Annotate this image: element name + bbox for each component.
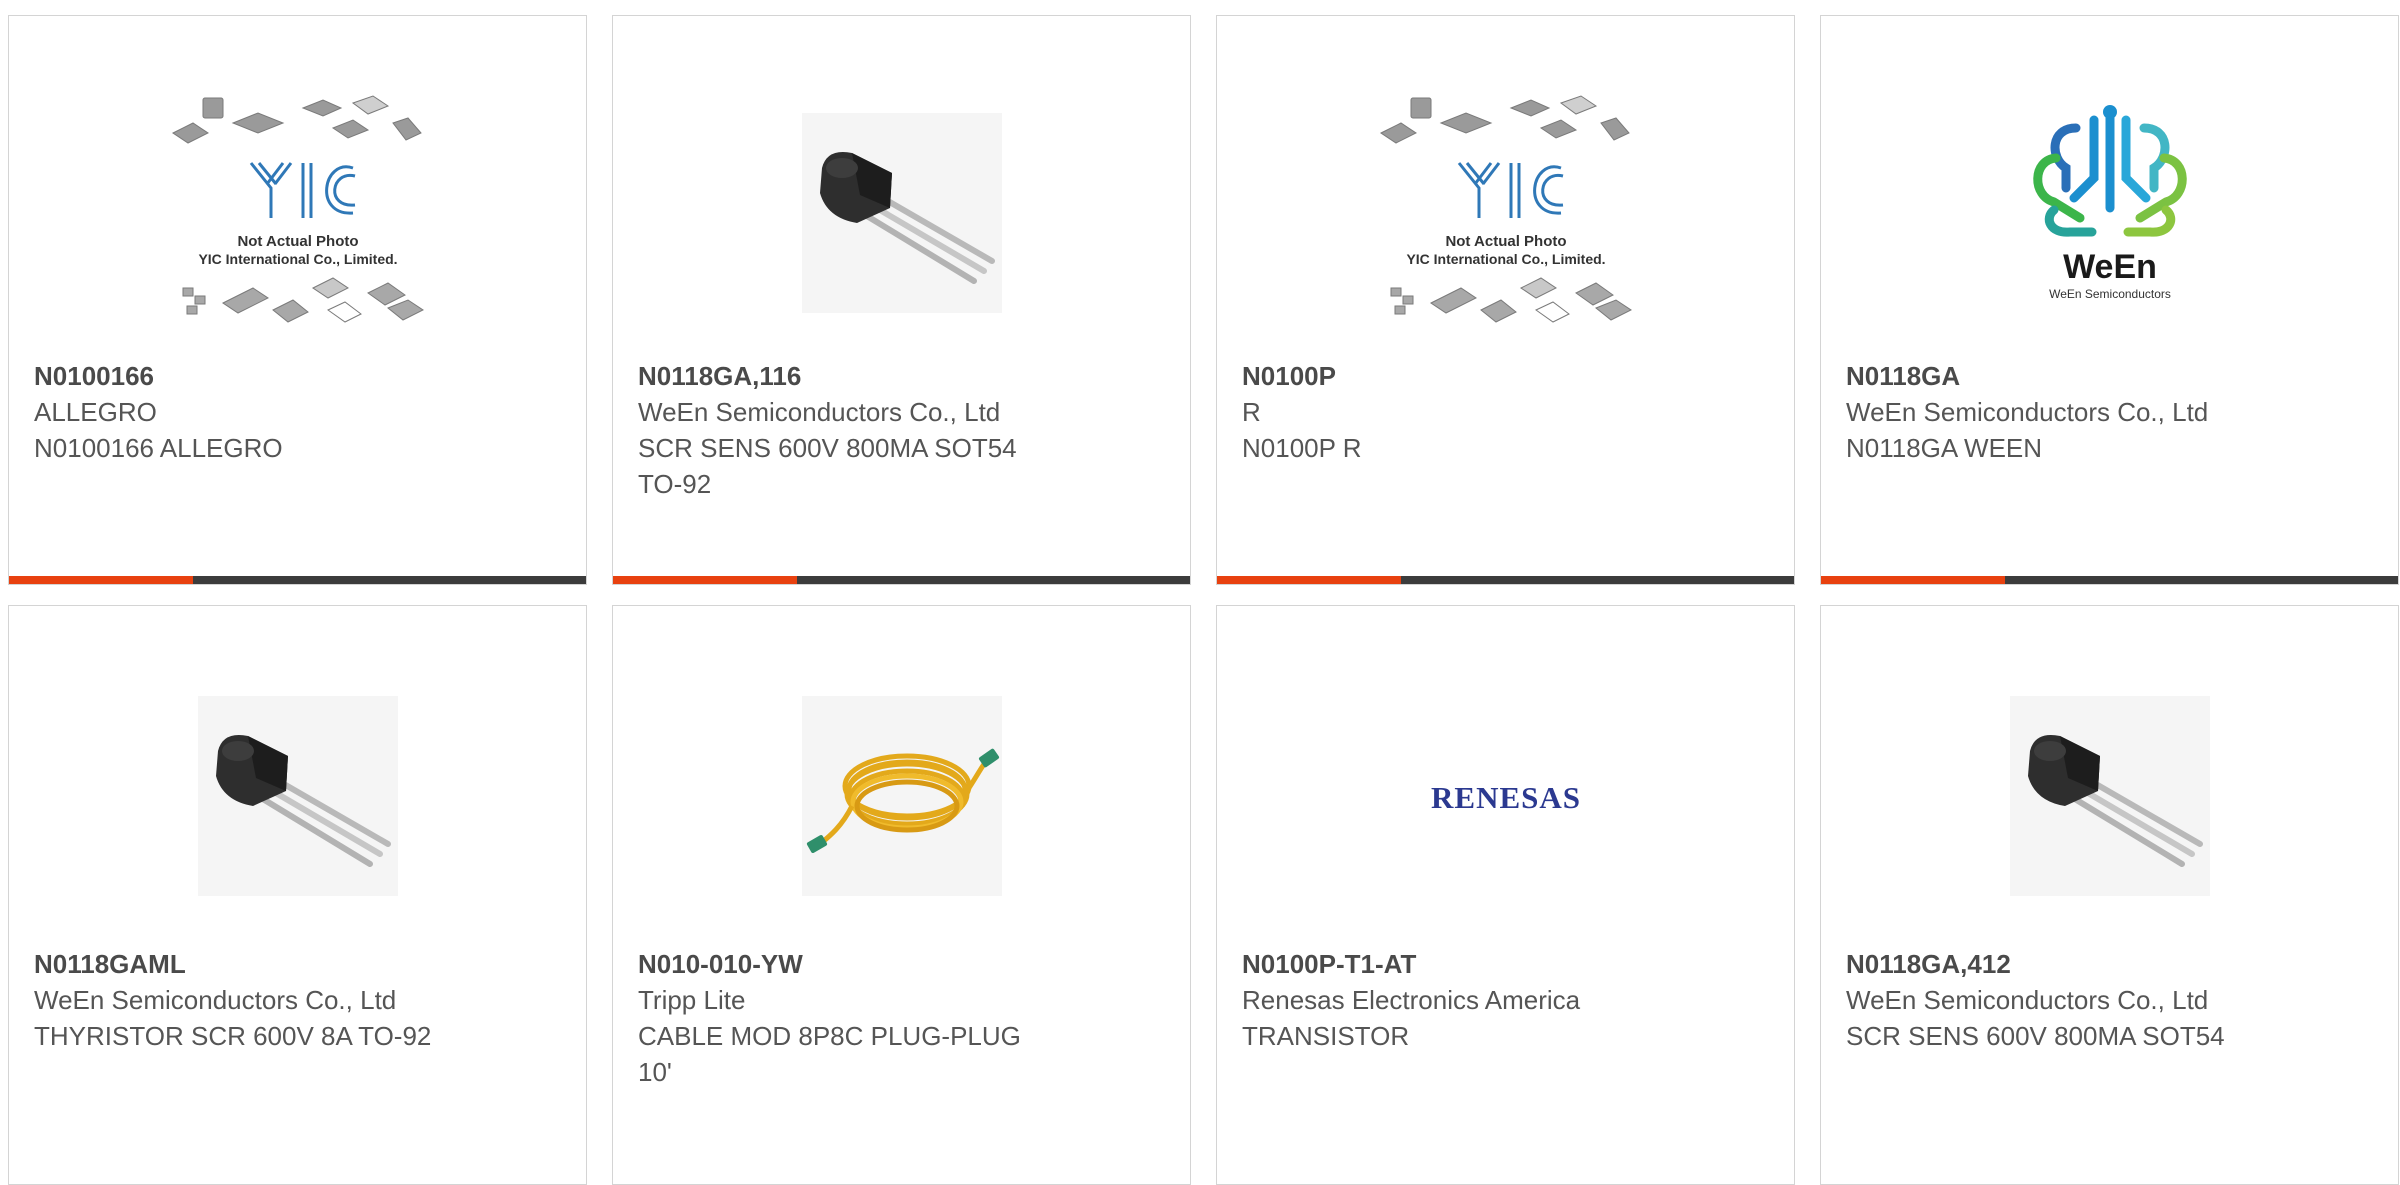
product-image[interactable] — [163, 661, 433, 931]
svg-text:RENESAS: RENESAS — [1431, 780, 1581, 815]
description: SCR SENS 600V 800MA SOT54 — [1846, 1021, 2225, 1051]
ween-logo-icon: WeEn WeEn Semiconductors — [2032, 105, 2187, 301]
product-card[interactable]: WeEn WeEn Semiconductors N0118GA WeEn Se… — [1820, 15, 2399, 585]
manufacturer: WeEn Semiconductors Co., Ltd — [1846, 985, 2209, 1015]
card-bottom-bar — [613, 576, 1190, 584]
renesas-logo-icon: RENESAS — [1431, 780, 1581, 815]
product-info: N0118GA,116 WeEn Semiconductors Co., Ltd… — [638, 358, 1098, 502]
product-image[interactable]: RENESAS — [1371, 661, 1641, 931]
part-number[interactable]: N0100166 — [34, 358, 494, 394]
card-bottom-bar — [9, 576, 586, 584]
svg-text:Not Actual Photo: Not Actual Photo — [237, 233, 358, 250]
card-accent — [1217, 576, 1401, 584]
description: CABLE MOD 8P8C PLUG-PLUG 10' — [638, 1021, 1021, 1087]
card-bottom-bar — [1821, 576, 2398, 584]
product-card[interactable]: N0118GA,116 WeEn Semiconductors Co., Ltd… — [612, 15, 1191, 585]
part-number[interactable]: N0118GAML — [34, 946, 494, 982]
product-info: N010-010-YW Tripp Lite CABLE MOD 8P8C PL… — [638, 946, 1098, 1090]
description: THYRISTOR SCR 600V 8A TO-92 — [34, 1021, 432, 1051]
product-info: N0100P R N0100P R — [1242, 358, 1702, 466]
svg-text:Not Actual Photo: Not Actual Photo — [1445, 233, 1566, 250]
part-number[interactable]: N0100P-T1-AT — [1242, 946, 1702, 982]
manufacturer: WeEn Semiconductors Co., Ltd — [638, 397, 1001, 427]
product-image[interactable]: Not Actual Photo YIC International Co., … — [163, 78, 433, 348]
product-card[interactable]: RENESAS N0100P-T1-AT Renesas Electronics… — [1216, 605, 1795, 1185]
description: TRANSISTOR — [1242, 1021, 1410, 1051]
yic-placeholder-icon: Not Actual Photo YIC International Co., … — [171, 95, 424, 323]
card-accent — [1821, 576, 2005, 584]
product-info: N0118GAML WeEn Semiconductors Co., Ltd T… — [34, 946, 494, 1054]
part-number[interactable]: N010-010-YW — [638, 946, 1098, 982]
product-info: N0100P-T1-AT Renesas Electronics America… — [1242, 946, 1702, 1054]
manufacturer: R — [1242, 397, 1261, 427]
product-card[interactable]: N0118GAML WeEn Semiconductors Co., Ltd T… — [8, 605, 587, 1185]
product-grid: Not Actual Photo YIC International Co., … — [8, 15, 2400, 1185]
description: SCR SENS 600V 800MA SOT54 TO-92 — [638, 433, 1017, 499]
description: N0100P R — [1242, 433, 1362, 463]
to92-transistor-icon — [197, 696, 398, 896]
svg-text:YIC International Co., Limited: YIC International Co., Limited. — [1406, 251, 1605, 267]
to92-transistor-icon — [2009, 696, 2210, 896]
manufacturer: ALLEGRO — [34, 397, 157, 427]
product-card[interactable]: N0118GA,412 WeEn Semiconductors Co., Ltd… — [1820, 605, 2399, 1185]
card-accent — [613, 576, 797, 584]
manufacturer: WeEn Semiconductors Co., Ltd — [34, 985, 397, 1015]
to92-transistor-icon — [801, 113, 1002, 313]
yic-placeholder-icon: Not Actual Photo YIC International Co., … — [1379, 95, 1632, 323]
product-info: N0118GA,412 WeEn Semiconductors Co., Ltd… — [1846, 946, 2306, 1054]
product-card[interactable]: N010-010-YW Tripp Lite CABLE MOD 8P8C PL… — [612, 605, 1191, 1185]
product-info: N0118GA WeEn Semiconductors Co., Ltd N01… — [1846, 358, 2306, 466]
svg-text:WeEn Semiconductors: WeEn Semiconductors — [2049, 287, 2171, 301]
product-info: N0100166 ALLEGRO N0100166 ALLEGRO — [34, 358, 494, 466]
svg-text:YIC International Co., Limited: YIC International Co., Limited. — [198, 251, 397, 267]
card-accent — [9, 576, 193, 584]
part-number[interactable]: N0118GA — [1846, 358, 2306, 394]
yellow-cable-icon — [801, 696, 1002, 896]
product-card[interactable]: Not Actual Photo YIC International Co., … — [1216, 15, 1795, 585]
description: N0118GA WEEN — [1846, 433, 2043, 463]
product-image[interactable] — [1975, 661, 2245, 931]
svg-text:WeEn: WeEn — [2063, 248, 2157, 286]
description: N0100166 ALLEGRO — [34, 433, 283, 463]
product-image[interactable] — [767, 78, 1037, 348]
product-image[interactable]: Not Actual Photo YIC International Co., … — [1371, 78, 1641, 348]
product-image[interactable] — [767, 661, 1037, 931]
part-number[interactable]: N0100P — [1242, 358, 1702, 394]
part-number[interactable]: N0118GA,116 — [638, 358, 1098, 394]
product-card[interactable]: Not Actual Photo YIC International Co., … — [8, 15, 587, 585]
product-image[interactable]: WeEn WeEn Semiconductors — [1975, 78, 2245, 348]
manufacturer: Renesas Electronics America — [1242, 985, 1581, 1015]
part-number[interactable]: N0118GA,412 — [1846, 946, 2306, 982]
card-bottom-bar — [1217, 576, 1794, 584]
manufacturer: Tripp Lite — [638, 985, 746, 1015]
manufacturer: WeEn Semiconductors Co., Ltd — [1846, 397, 2209, 427]
